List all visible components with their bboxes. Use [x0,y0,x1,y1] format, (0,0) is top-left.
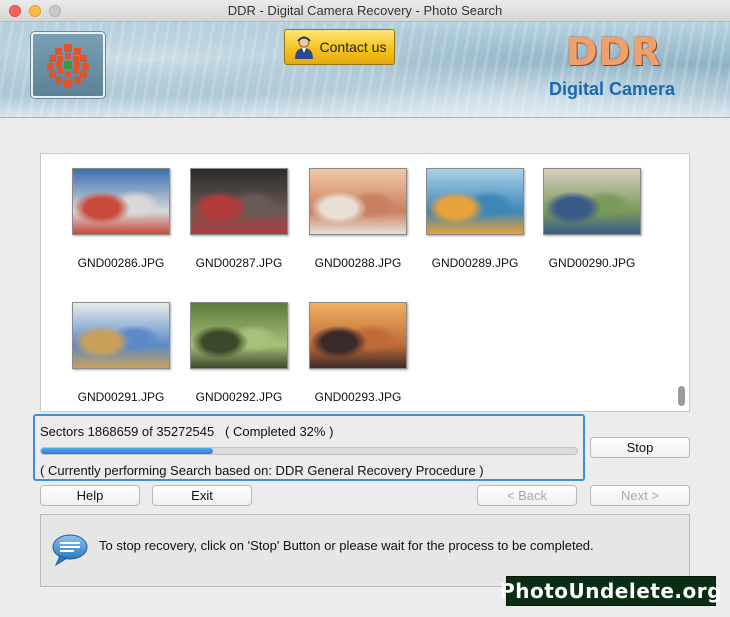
photo-thumbnail[interactable] [309,168,407,235]
photo-item[interactable]: GND00292.JPG [180,302,298,404]
next-button[interactable]: Next > [590,485,690,506]
watermark-badge: PhotoUndelete.org [500,576,721,606]
photo-thumbnail[interactable] [190,168,288,235]
progress-panel: Sectors 1868659 of 35272545 ( Completed … [33,414,585,481]
photo-thumbnail[interactable] [72,302,170,369]
app-logo [31,32,105,98]
window-title: DDR - Digital Camera Recovery - Photo Se… [227,3,503,18]
back-button[interactable]: < Back [477,485,577,506]
gallery-scrollbar-thumb[interactable] [678,386,685,406]
mosaic-logo-icon [47,44,89,87]
exit-button[interactable]: Exit [152,485,252,506]
contact-us-button[interactable]: Contact us [284,29,395,65]
photo-filename: GND00291.JPG [77,390,165,404]
stop-button[interactable]: Stop [590,437,690,458]
photo-filename: GND00288.JPG [314,256,402,270]
photo-thumbnail[interactable] [426,168,524,235]
help-button[interactable]: Help [40,485,140,506]
window-titlebar: DDR - Digital Camera Recovery - Photo Se… [0,0,730,22]
photo-filename: GND00289.JPG [431,256,519,270]
photo-filename: GND00292.JPG [195,390,283,404]
photo-item[interactable]: GND00287.JPG [180,168,298,270]
photo-filename: GND00293.JPG [314,390,402,404]
speech-bubble-icon [52,534,88,567]
photo-thumbnail[interactable] [190,302,288,369]
photo-item[interactable]: GND00289.JPG [416,168,534,270]
photo-item[interactable]: GND00293.JPG [299,302,417,404]
sectors-status-text: Sectors 1868659 of 35272545 ( Completed … [40,424,334,439]
info-message: To stop recovery, click on 'Stop' Button… [99,538,594,553]
minimize-window-button[interactable] [29,5,41,17]
progress-bar-fill [41,448,213,454]
process-status-text: ( Currently performing Search based on: … [40,463,484,478]
app-header: Contact us DDR Digital Camera [0,22,730,118]
photo-filename: GND00290.JPG [548,256,636,270]
maximize-window-button[interactable] [49,5,61,17]
recovered-photos-gallery[interactable]: GND00286.JPG GND00287.JPG GND00288.JPG GND0… [40,153,690,412]
brand-subtitle: Digital Camera [549,79,676,99]
photo-thumbnail[interactable] [309,302,407,369]
support-agent-icon [294,36,313,59]
brand-title: DDR [566,30,662,74]
photo-filename: GND00286.JPG [77,256,165,270]
photo-item[interactable]: GND00291.JPG [62,302,180,404]
photo-filename: GND00287.JPG [195,256,283,270]
contact-us-label: Contact us [319,39,387,55]
photo-thumbnail[interactable] [72,168,170,235]
photo-item[interactable]: GND00288.JPG [299,168,417,270]
photo-thumbnail[interactable] [543,168,641,235]
window-controls [9,5,61,17]
close-window-button[interactable] [9,5,21,17]
progress-bar [40,447,578,455]
photo-item[interactable]: GND00286.JPG [62,168,180,270]
photo-item[interactable]: GND00290.JPG [533,168,651,270]
